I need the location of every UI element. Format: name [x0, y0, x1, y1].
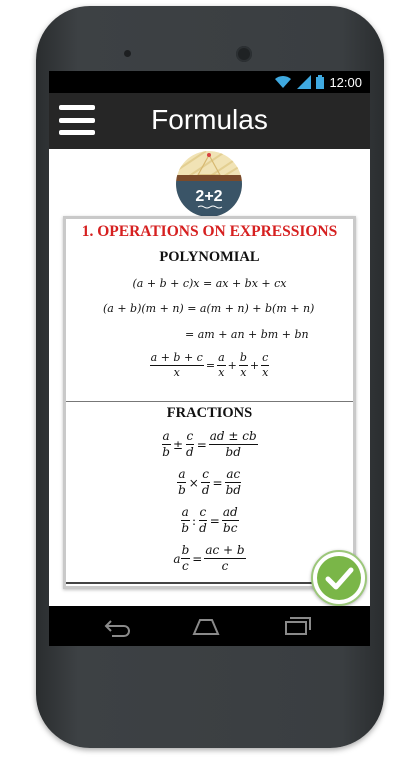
battery-icon	[316, 75, 325, 89]
navigation-bar	[49, 606, 370, 646]
eq4-t3-num: c	[261, 351, 270, 367]
polynomial-eq-1: (a + b + c)x = ax + bx + cx	[132, 277, 287, 290]
f4-a-num: b	[180, 543, 191, 560]
home-icon[interactable]	[191, 614, 221, 638]
check-button[interactable]	[311, 550, 367, 606]
polynomial-eq-4: a + b + cx = ax + bx + cx	[149, 351, 270, 380]
status-bar: 12:00	[49, 71, 370, 93]
phone-screen: 12:00 Formulas 2+2 1. OPERATIONS ON EXPR…	[49, 71, 370, 646]
f1-a-num: a	[161, 429, 171, 446]
app-logo: 2+2	[176, 151, 242, 217]
polynomial-eq-2: (a + b)(m + n) = a(m + n) + b(m + n)	[103, 302, 315, 315]
f1-operator: ±	[172, 437, 184, 452]
f2-b-den: d	[201, 483, 210, 498]
eq4-t1-den: x	[218, 366, 225, 380]
sensor-dot	[124, 50, 131, 57]
f2-operator: ×	[188, 475, 199, 490]
f3-r-den: bc	[223, 521, 238, 536]
card-bottom-rule	[66, 582, 353, 584]
f1-r-num: ad ± cb	[208, 429, 258, 446]
section-divider	[66, 401, 353, 402]
eq4-lhs-num: a + b + c	[149, 351, 204, 367]
fraction-eq-3: ab : cd = ad bc	[180, 505, 239, 536]
checkmark-icon	[317, 556, 361, 600]
recent-apps-icon[interactable]	[282, 614, 312, 638]
f1-b-num: c	[185, 429, 195, 446]
f3-operator: :	[192, 513, 197, 528]
f4-r-num: ac + b	[204, 543, 246, 560]
front-camera	[236, 46, 252, 62]
fractions-heading: FRACTIONS	[166, 405, 253, 421]
polynomial-eq-3: = am + an + bm + bn	[185, 328, 309, 341]
f3-a-den: b	[181, 521, 190, 536]
eq4-t2-den: x	[240, 366, 247, 380]
fraction-eq-2: ab × cd = ac bd	[177, 467, 242, 498]
eq4-lhs-den: x	[173, 366, 180, 380]
eq4-t1-num: a	[217, 351, 226, 367]
eq4-t2-num: b	[238, 351, 248, 367]
f2-a-num: a	[177, 467, 187, 484]
f4-r-den: c	[221, 559, 229, 574]
back-icon[interactable]	[102, 614, 132, 638]
f4-a-den: c	[182, 559, 189, 574]
formula-card: 1. OPERATIONS ON EXPRESSIONS POLYNOMIAL …	[63, 216, 356, 589]
wifi-icon	[275, 75, 292, 88]
polynomial-heading: POLYNOMIAL	[159, 249, 260, 265]
f3-a-num: a	[180, 505, 190, 522]
logo-text: 2+2	[195, 188, 222, 205]
f1-a-den: b	[162, 445, 170, 460]
status-time: 12:00	[329, 74, 362, 90]
f4-prefix: a	[173, 551, 181, 566]
f2-r-den: bd	[225, 483, 241, 498]
app-title: Formulas	[151, 104, 268, 135]
fraction-eq-1: ab ± cd = ad ± cb bd	[161, 429, 258, 460]
f3-r-num: ad	[221, 505, 239, 522]
f2-a-den: b	[178, 483, 186, 498]
signal-icon	[297, 75, 312, 89]
eq4-t3-den: x	[262, 366, 269, 380]
app-bar: Formulas	[49, 93, 370, 149]
f3-b-num: c	[198, 505, 208, 522]
f2-r-num: ac	[225, 467, 242, 484]
f3-b-den: d	[199, 521, 207, 536]
f2-b-num: c	[201, 467, 211, 484]
f1-b-den: d	[186, 445, 194, 460]
section-title: 1. OPERATIONS ON EXPRESSIONS	[81, 223, 338, 240]
f1-r-den: bd	[225, 445, 241, 460]
fraction-eq-4: a bc = ac + bc	[173, 543, 246, 574]
